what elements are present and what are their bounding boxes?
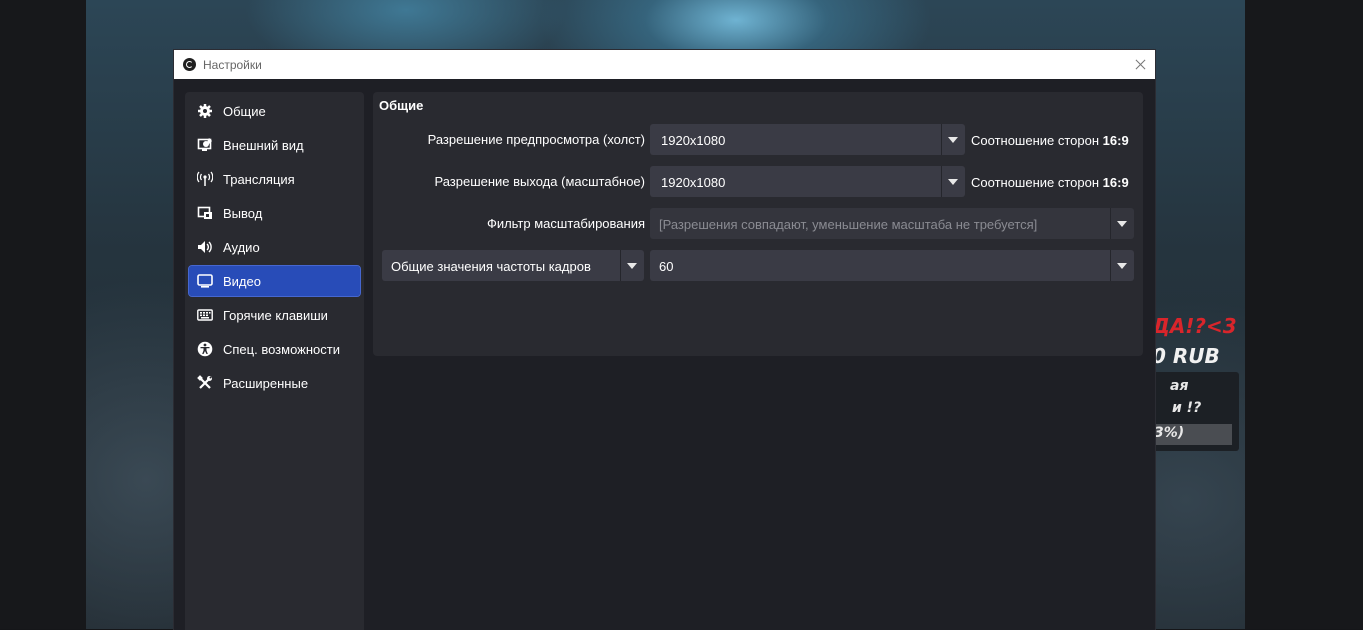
- combobox-value: [Разрешения совпадают, уменьшение масшта…: [659, 217, 1038, 232]
- sidebar-item-label: Спец. возможности: [223, 341, 340, 357]
- chevron-down-icon: [948, 137, 958, 143]
- chevron-down-icon: [1117, 221, 1127, 227]
- output-aspect-ratio: Соотношение сторон 16:9: [971, 175, 1129, 190]
- sidebar-item-label: Аудио: [223, 239, 260, 255]
- base-aspect-ratio: Соотношение сторон 16:9: [971, 133, 1129, 148]
- accessibility-icon: [197, 341, 213, 357]
- title-bar[interactable]: Настройки: [174, 50, 1155, 79]
- settings-window: Настройки Общие Внешний вид Трансляция В…: [173, 49, 1156, 630]
- tools-icon: [197, 375, 213, 391]
- gear-icon: [197, 103, 213, 119]
- sidebar-item-general[interactable]: Общие: [189, 96, 360, 126]
- combobox-value: 60: [659, 259, 674, 274]
- fps-value-combobox[interactable]: 60: [650, 250, 1134, 281]
- window-title: Настройки: [203, 58, 262, 72]
- stream-overlay-amount: 0 RUB: [1152, 344, 1220, 368]
- desktop-background-right: [1245, 0, 1363, 629]
- downscale-filter-label: Фильтр масштабирования: [486, 216, 645, 231]
- combobox-value: 1920x1080: [661, 133, 726, 148]
- sidebar-item-output[interactable]: Вывод: [189, 198, 360, 228]
- speaker-icon: [197, 239, 213, 255]
- sidebar-item-label: Расширенные: [223, 375, 309, 391]
- fps-type-combobox[interactable]: Общие значения частоты кадров: [382, 250, 644, 281]
- downscale-filter-combobox[interactable]: [Разрешения совпадают, уменьшение масшта…: [650, 208, 1134, 239]
- appearance-icon: [197, 137, 213, 153]
- monitor-icon: [197, 273, 213, 289]
- combobox-value: Общие значения частоты кадров: [391, 259, 591, 274]
- settings-sidebar: Общие Внешний вид Трансляция Вывод Аудио: [185, 92, 364, 630]
- desktop-background-left: [0, 0, 86, 629]
- sidebar-item-video[interactable]: Видео: [188, 265, 361, 297]
- base-resolution-label: Разрешение предпросмотра (холст): [427, 132, 645, 147]
- aspect-ratio-label: Соотношение сторон: [971, 175, 1100, 190]
- general-video-group: Общие Разрешение предпросмотра (холст) 1…: [373, 92, 1143, 356]
- combobox-value: 1920x1080: [661, 175, 726, 190]
- stream-panel-line: 3%): [1154, 425, 1185, 441]
- sidebar-item-audio[interactable]: Аудио: [189, 232, 360, 262]
- sidebar-item-label: Внешний вид: [223, 137, 304, 153]
- stream-overlay-text: ДА!?<3: [1152, 314, 1237, 338]
- sidebar-item-label: Трансляция: [223, 171, 295, 187]
- aspect-ratio-value: 16:9: [1102, 133, 1129, 148]
- sidebar-item-label: Горячие клавиши: [223, 307, 328, 323]
- chevron-down-icon: [627, 263, 637, 269]
- chevron-down-icon: [948, 179, 958, 185]
- output-resolution-label: Разрешение выхода (масштабное): [434, 174, 645, 189]
- stream-overlay-panel: ая и !? 3%): [1150, 372, 1239, 451]
- broadcast-icon: [197, 171, 213, 187]
- output-icon: [197, 205, 213, 221]
- aspect-ratio-label: Соотношение сторон: [971, 133, 1100, 148]
- obs-logo-icon: [183, 58, 196, 71]
- sidebar-item-stream[interactable]: Трансляция: [189, 164, 360, 194]
- close-button[interactable]: [1125, 50, 1155, 79]
- sidebar-item-advanced[interactable]: Расширенные: [189, 368, 360, 398]
- chevron-down-icon: [1117, 263, 1127, 269]
- stream-panel-line: ая: [1170, 378, 1189, 394]
- sidebar-item-label: Видео: [223, 273, 261, 289]
- base-resolution-combobox[interactable]: 1920x1080: [650, 124, 965, 155]
- sidebar-item-accessibility[interactable]: Спец. возможности: [189, 334, 360, 364]
- sidebar-item-label: Вывод: [223, 205, 263, 221]
- sidebar-item-label: Общие: [223, 103, 266, 119]
- aspect-ratio-value: 16:9: [1102, 175, 1129, 190]
- stream-panel-line: и !?: [1172, 400, 1202, 416]
- keyboard-icon: [197, 307, 213, 323]
- sidebar-item-hotkeys[interactable]: Горячие клавиши: [189, 300, 360, 330]
- output-resolution-combobox[interactable]: 1920x1080: [650, 166, 965, 197]
- group-title: Общие: [379, 98, 424, 113]
- sidebar-item-appearance[interactable]: Внешний вид: [189, 130, 360, 160]
